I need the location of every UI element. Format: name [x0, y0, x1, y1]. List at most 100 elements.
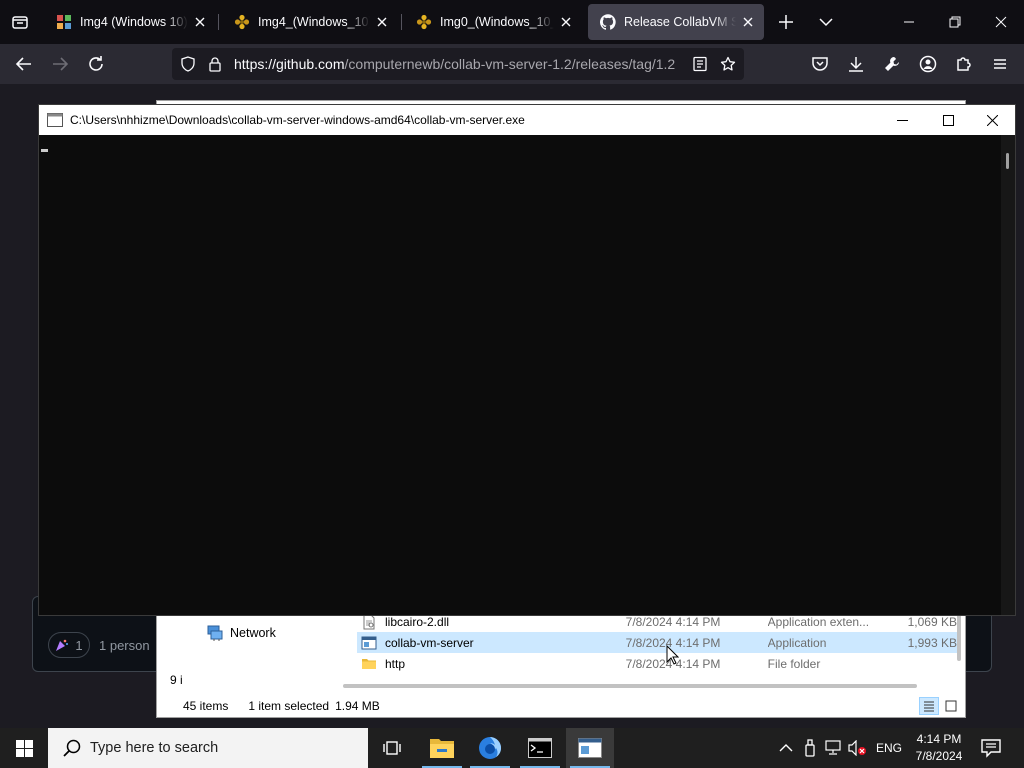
start-button[interactable] — [0, 728, 48, 768]
close-tab-icon[interactable] — [192, 14, 208, 30]
browser-tab-4[interactable]: Release CollabVM Server — [588, 4, 764, 40]
extensions-button[interactable] — [952, 52, 976, 76]
console-maximize-button[interactable] — [925, 105, 971, 135]
forward-button[interactable] — [48, 52, 72, 76]
archive-icon — [416, 14, 432, 30]
file-row[interactable]: collab-vm-server 7/8/2024 4:14 PM Applic… — [357, 632, 957, 653]
browser-tab-1[interactable]: Img4 (Windows 10) - V — [44, 4, 216, 40]
close-tab-icon[interactable] — [558, 14, 574, 30]
close-tab-icon[interactable] — [740, 14, 756, 30]
close-icon — [995, 16, 1007, 28]
reaction-summary: 1 person — [99, 638, 150, 653]
exe-icon — [361, 636, 377, 649]
tab-separator — [218, 14, 219, 30]
url-host: https://github.com — [234, 56, 345, 72]
file-size: 1,993 KB — [907, 635, 957, 650]
search-placeholder: Type here to search — [90, 740, 219, 756]
firefox-icon — [479, 737, 501, 759]
tab-title: Img4 (Windows 10) - V — [80, 15, 188, 29]
console-title-bar[interactable]: C:\Users\nhhizme\Downloads\collab-vm-ser… — [39, 105, 1015, 135]
app-menu-button[interactable] — [988, 52, 1012, 76]
close-icon — [986, 114, 998, 126]
console-close-button[interactable] — [969, 105, 1015, 135]
usb-tray-button[interactable] — [800, 738, 820, 758]
reload-icon — [89, 56, 103, 71]
file-list-horizontal-scrollbar[interactable] — [343, 684, 917, 688]
input-language-indicator[interactable]: ENG — [876, 741, 902, 755]
list-all-tabs-button[interactable] — [814, 10, 838, 34]
file-name: libcairo-2.dll — [385, 614, 450, 629]
volume-tray-button[interactable] — [848, 738, 868, 758]
taskbar-firefox[interactable] — [466, 728, 514, 768]
folder-icon — [362, 658, 376, 669]
account-icon — [919, 55, 937, 73]
lock-icon[interactable] — [207, 56, 223, 72]
firefox-view-icon — [12, 16, 28, 29]
tab-separator — [401, 14, 402, 30]
new-tab-button[interactable] — [774, 10, 798, 34]
large-icons-view-button[interactable] — [941, 697, 961, 715]
console-minimize-button[interactable] — [879, 105, 925, 135]
reaction-count: 1 — [75, 637, 83, 653]
command-prompt-icon — [528, 738, 552, 758]
search-icon — [63, 739, 81, 757]
chevron-up-icon — [779, 744, 793, 752]
browser-tab-3[interactable]: Img0_(Windows_10_19045 — [404, 4, 582, 40]
taskbar: Type here to search ENG 4:14 PM 7/8/2024 — [0, 728, 1024, 768]
taskbar-command-prompt[interactable] — [516, 728, 564, 768]
item-count-partial: 9 i — [170, 673, 183, 687]
file-explorer-icon — [430, 739, 454, 758]
taskbar-clock[interactable]: 4:14 PM 7/8/2024 — [906, 731, 972, 765]
tab-title: Release CollabVM Server — [624, 15, 736, 29]
console-output[interactable] — [39, 135, 1001, 615]
firefox-view-button[interactable] — [8, 10, 32, 34]
bookmark-star-icon[interactable] — [720, 56, 736, 72]
github-icon — [600, 14, 616, 30]
tracking-protection-icon[interactable] — [180, 56, 196, 72]
maximize-icon — [942, 114, 954, 126]
browser-tab-2[interactable]: Img4_(Windows_10).wim — [222, 4, 398, 40]
back-button[interactable] — [12, 52, 36, 76]
developer-tools-button[interactable] — [880, 52, 904, 76]
reload-button[interactable] — [84, 52, 108, 76]
minimize-icon — [904, 21, 914, 23]
chevron-down-icon — [819, 18, 833, 27]
taskbar-file-explorer[interactable] — [418, 728, 466, 768]
task-view-icon — [383, 741, 401, 755]
details-view-button[interactable] — [919, 697, 939, 715]
text-cursor — [41, 149, 48, 152]
network-status-icon — [825, 740, 841, 755]
console-app-icon — [47, 113, 63, 127]
network-tray-button[interactable] — [824, 738, 844, 758]
console-scrollbar[interactable] — [1001, 135, 1015, 615]
file-date: 7/8/2024 4:14 PM — [625, 614, 721, 629]
file-date: 7/8/2024 4:14 PM — [625, 656, 721, 671]
pocket-button[interactable] — [808, 52, 832, 76]
task-view-button[interactable] — [368, 728, 416, 768]
notification-center-icon[interactable] — [980, 738, 1002, 758]
address-bar[interactable]: https://github.com/computernewb/collab-v… — [172, 48, 744, 80]
taskbar-search-box[interactable]: Type here to search — [48, 728, 368, 768]
console-window: C:\Users\nhhizme\Downloads\collab-vm-ser… — [38, 104, 1016, 616]
url-text[interactable]: https://github.com/computernewb/collab-v… — [234, 56, 690, 72]
taskbar-collab-vm-server[interactable] — [566, 728, 614, 768]
close-browser-button[interactable] — [978, 0, 1024, 44]
file-type: File folder — [767, 656, 821, 671]
downloads-button[interactable] — [844, 52, 868, 76]
wrench-icon — [885, 57, 899, 71]
console-scrollbar-thumb[interactable] — [1006, 153, 1009, 169]
clock-time: 4:14 PM — [916, 732, 962, 746]
close-tab-icon[interactable] — [374, 14, 390, 30]
file-type: Application exten... — [767, 614, 870, 629]
puzzle-icon — [957, 57, 971, 71]
minimize-browser-button[interactable] — [886, 0, 932, 44]
volume-muted-icon — [848, 740, 866, 756]
network-icon — [207, 625, 223, 641]
show-hidden-icons-button[interactable] — [776, 738, 796, 758]
file-row[interactable]: http 7/8/2024 4:14 PM File folder — [357, 653, 957, 674]
account-button[interactable] — [916, 52, 940, 76]
nav-pane-network[interactable]: Network — [207, 625, 276, 641]
reader-view-icon[interactable] — [692, 56, 708, 72]
reaction-button[interactable]: 1 — [48, 632, 90, 658]
restore-browser-button[interactable] — [932, 0, 978, 44]
